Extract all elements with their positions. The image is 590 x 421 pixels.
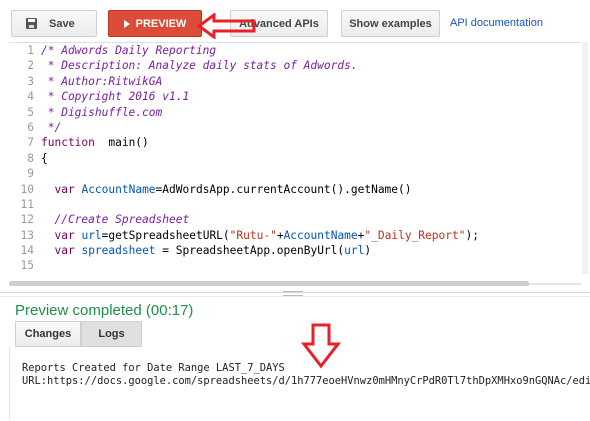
line-number: 14 [20,244,34,258]
line-number: 12 [20,213,34,227]
code-line[interactable]: * Digishuffle.com [41,105,581,120]
annotation-arrow-down-icon [301,323,341,369]
tab-logs-label: Logs [98,328,125,340]
save-button-label: Save [49,17,75,30]
tab-changes[interactable]: Changes [15,321,81,347]
code-line[interactable]: //Create Spreadsheet [41,212,581,227]
preview-button[interactable]: PREVIEW [108,10,202,37]
line-number: 3 [27,74,34,88]
code-line[interactable]: */ [41,120,581,135]
line-number: 1 [27,44,34,57]
annotation-arrow-left-icon [196,13,256,39]
code-line[interactable] [41,166,581,181]
code-line[interactable]: { [41,151,581,166]
line-number: 5 [27,105,34,119]
editor-vertical-scrollbar[interactable] [582,42,588,274]
floppy-disk-icon [26,18,37,29]
api-documentation-link[interactable]: API documentation [450,17,543,29]
show-examples-label: Show examples [349,17,432,30]
code-line[interactable]: * Description: Analyze daily stats of Ad… [41,58,581,73]
line-number: 10 [20,182,34,196]
code-line[interactable]: /* Adwords Daily Reporting [41,43,581,58]
line-number: 6 [27,120,34,134]
play-icon [123,19,130,28]
line-number: 9 [27,167,34,181]
code-area[interactable]: /* Adwords Daily Reporting * Description… [41,43,581,275]
code-line[interactable]: * Author:RitwikGA [41,74,581,89]
code-line[interactable]: var AccountName=AdWordsApp.currentAccoun… [41,182,581,197]
line-number-gutter: 123456789101112131415161718 [9,43,37,275]
log-line-url[interactable]: URL:https://docs.google.com/spreadsheets… [22,375,590,387]
line-number: 8 [27,151,34,165]
scrollbar-thumb[interactable] [9,281,529,286]
preview-button-label: PREVIEW [135,17,187,30]
code-line[interactable]: function main() [41,135,581,150]
editor-horizontal-scrollbar[interactable] [9,279,581,289]
code-line[interactable]: var url=getSpreadsheetURL("Rutu-"+Accoun… [41,228,581,243]
code-line[interactable]: * Copyright 2016 v1.1 [41,89,581,104]
preview-status-text: Preview completed (00:17) [15,302,194,319]
line-number: 16 [9,274,37,276]
line-number: 11 [20,197,34,211]
tab-logs[interactable]: Logs [81,321,142,347]
line-number: 7 [27,136,34,150]
code-line[interactable] [41,258,581,273]
line-number: 13 [20,228,34,242]
line-number: 15 [20,259,34,273]
panel-resize-divider[interactable] [0,291,590,297]
line-number: 4 [27,90,34,104]
code-line[interactable] [41,197,581,212]
code-editor[interactable]: 123456789101112131415161718 /* Adwords D… [9,42,581,275]
line-number: 2 [27,59,34,73]
tab-changes-label: Changes [24,328,72,340]
save-button[interactable]: Save [11,10,97,37]
resize-grip-icon[interactable] [283,291,303,296]
code-line[interactable]: //Create Sheets [41,274,581,276]
log-output-panel: Reports Created for Date Range LAST_7_DA… [9,347,590,419]
show-examples-button[interactable]: Show examples [341,10,440,37]
code-line[interactable]: var spreadsheet = SpreadsheetApp.openByU… [41,243,581,258]
log-line: Reports Created for Date Range LAST_7_DA… [22,362,285,374]
